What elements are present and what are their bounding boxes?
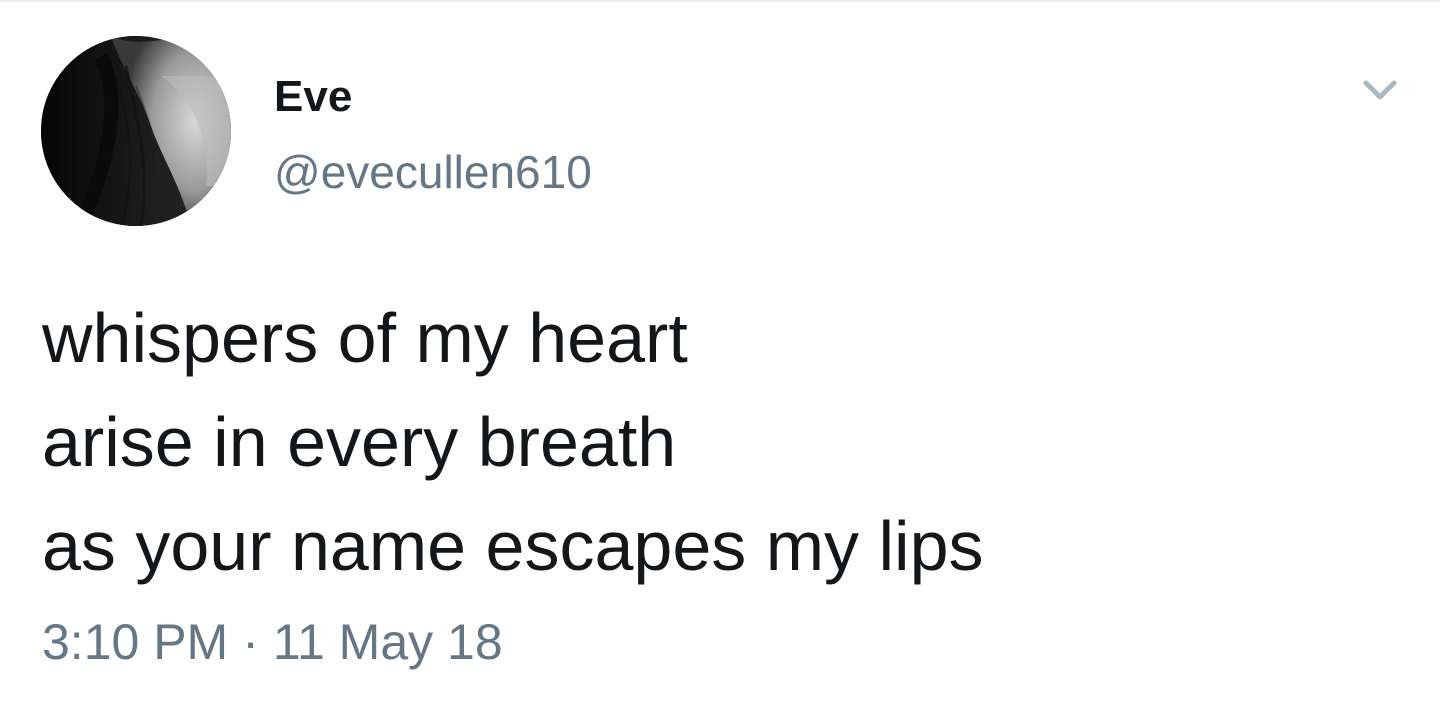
tweet-timestamp[interactable]: 3:10 PM · 11 May 18 <box>42 612 503 672</box>
tweet-text: whispers of my heart arise in every brea… <box>42 286 1402 598</box>
timestamp-separator: · <box>242 614 259 670</box>
tweet-text-line: as your name escapes my lips <box>42 507 984 585</box>
tweet-menu-button[interactable] <box>1352 66 1408 114</box>
user-handle[interactable]: @evecullen610 <box>274 145 592 199</box>
tweet-date: 11 May 18 <box>272 614 503 670</box>
tweet-time: 3:10 PM <box>42 614 229 670</box>
tweet-text-line: arise in every breath <box>42 403 677 481</box>
avatar-photo <box>41 36 231 226</box>
display-name[interactable]: Eve <box>274 72 352 122</box>
avatar[interactable] <box>41 36 231 226</box>
tweet-text-line: whispers of my heart <box>42 299 688 377</box>
chevron-down-icon <box>1363 80 1397 100</box>
tweet-card: Eve @evecullen610 whispers of my heart a… <box>0 0 1440 717</box>
